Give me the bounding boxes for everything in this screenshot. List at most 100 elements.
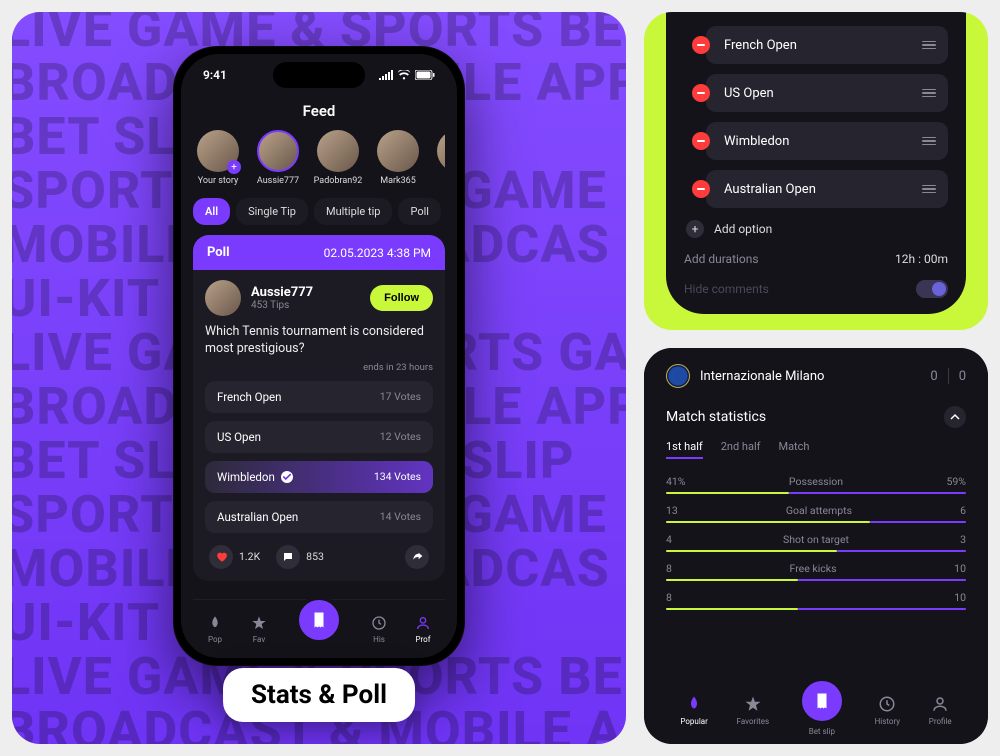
poll-card: Poll 02.05.2023 4:38 PM Aussie777 453 Ti…	[193, 235, 445, 581]
filter-chips: All Single Tip Multiple tip Poll	[193, 198, 445, 225]
stat-bar	[666, 608, 966, 610]
bet-slip-fab[interactable]	[798, 677, 846, 725]
drag-handle-icon[interactable]	[922, 41, 936, 50]
tab-bet-slip[interactable]: Bet slip	[798, 685, 846, 736]
author-name[interactable]: Aussie777	[251, 285, 313, 300]
share-icon	[411, 550, 424, 563]
poll-option-label: French Open	[217, 390, 281, 404]
hide-comments-row: Hide comments	[684, 280, 948, 298]
remove-icon[interactable]	[692, 84, 710, 102]
remove-icon[interactable]	[692, 36, 710, 54]
poll-option-label: US Open	[217, 430, 261, 444]
drag-handle-icon[interactable]	[922, 185, 936, 194]
duration-row[interactable]: Add durations12h : 00m	[684, 252, 948, 266]
poll-ends-label: ends in 23 hours	[205, 362, 433, 373]
tab-profile[interactable]: Profile	[929, 695, 952, 726]
poll-option-votes: 134 Votes	[374, 470, 421, 483]
drag-handle-icon[interactable]	[922, 137, 936, 146]
checkmark-icon	[281, 471, 293, 483]
story-item[interactable]: Padobran92	[313, 130, 363, 186]
poll-option[interactable]: Australian Open14 Votes	[205, 501, 433, 533]
tab-history[interactable]: His	[371, 615, 387, 644]
bottom-tab-bar: Popular Favorites Bet slip History Profi…	[666, 675, 966, 736]
stat-row: 8Free kicks10	[666, 562, 966, 575]
chevron-up-icon	[950, 412, 960, 422]
author-tips-count: 453 Tips	[251, 300, 313, 311]
story-label: Your story	[198, 176, 239, 186]
stat-bar	[666, 550, 966, 552]
poll-card-header: Poll 02.05.2023 4:38 PM	[193, 235, 445, 270]
stats-tab-1st-half[interactable]: 1st half	[666, 440, 703, 459]
left-promo-card: LIVE GAME & SPORTS BE BROADCAST MOBILE A…	[12, 12, 626, 744]
flame-icon	[207, 615, 223, 633]
clock-icon	[878, 695, 896, 715]
user-icon	[415, 615, 431, 633]
story-label: Aussie777	[257, 176, 299, 186]
stat-right: 6	[960, 504, 966, 517]
score-away: 0	[959, 369, 966, 384]
stat-bar	[666, 521, 966, 523]
story-item[interactable]: Chal	[433, 130, 445, 186]
remove-icon[interactable]	[692, 132, 710, 150]
stat-left: 13	[666, 504, 678, 517]
tab-favorites[interactable]: Favorites	[737, 695, 770, 726]
like-button[interactable]	[209, 545, 233, 569]
editor-option-row[interactable]: US Open	[706, 74, 948, 112]
editor-option-row[interactable]: Australian Open	[706, 170, 948, 208]
editor-option-label: Wimbledon	[724, 134, 789, 149]
collapse-button[interactable]	[944, 406, 966, 428]
story-item[interactable]: Aussie777	[253, 130, 303, 186]
stat-left: 8	[666, 591, 672, 604]
editor-option-row[interactable]: French Open	[706, 26, 948, 64]
poll-option[interactable]: US Open12 Votes	[205, 421, 433, 453]
remove-icon[interactable]	[692, 180, 710, 198]
poll-option-label: Wimbledon	[217, 470, 275, 484]
poll-author-row: Aussie777 453 Tips Follow	[205, 280, 433, 316]
tab-profile[interactable]: Prof	[415, 615, 431, 644]
editor-option-row[interactable]: Wimbledon	[706, 122, 948, 160]
poll-datetime: 02.05.2023 4:38 PM	[324, 246, 431, 260]
chip-poll[interactable]: Poll	[398, 198, 441, 225]
share-button[interactable]	[405, 545, 429, 569]
phone-mockup: 9:41 Feed +Your story Aussie777 Padobr	[173, 46, 465, 666]
stories-row: + Your story Aussie777 Padobran92 Mark365…	[193, 130, 445, 186]
comment-count: 853	[306, 550, 324, 563]
stats-tab-match[interactable]: Match	[778, 440, 809, 459]
add-option-button[interactable]: +Add option	[686, 220, 948, 238]
hide-comments-toggle[interactable]	[916, 280, 948, 298]
stat-label: Goal attempts	[786, 504, 852, 517]
chip-all[interactable]: All	[193, 198, 230, 225]
poll-option-label: Australian Open	[217, 510, 298, 524]
tab-favorites[interactable]: Fav	[251, 615, 267, 644]
avatar[interactable]	[205, 280, 241, 316]
tab-history[interactable]: History	[875, 695, 900, 726]
stats-tab-2nd-half[interactable]: 2nd half	[721, 440, 761, 459]
battery-icon	[415, 70, 435, 80]
stat-row: 41%Possession59%	[666, 475, 966, 488]
poll-option-selected[interactable]: Wimbledon 134 Votes	[205, 461, 433, 493]
comment-button[interactable]	[276, 545, 300, 569]
plus-icon: +	[686, 220, 704, 238]
chip-multiple-tip[interactable]: Multiple tip	[314, 198, 392, 225]
plus-icon: +	[227, 160, 241, 174]
editor-option-label: Australian Open	[724, 182, 816, 197]
follow-button[interactable]: Follow	[370, 285, 433, 311]
chip-single-tip[interactable]: Single Tip	[236, 198, 308, 225]
editor-option-label: French Open	[724, 38, 797, 53]
poll-question: Which Tennis tournament is considered mo…	[205, 324, 433, 358]
poll-option[interactable]: French Open17 Votes	[205, 381, 433, 413]
poll-type-label: Poll	[207, 245, 230, 260]
story-your-story[interactable]: + Your story	[193, 130, 243, 186]
tab-popular[interactable]: Pop	[207, 615, 223, 644]
stat-right: 10	[954, 562, 966, 575]
tab-popular[interactable]: Popular	[680, 695, 707, 726]
flame-icon	[685, 695, 703, 715]
bet-slip-fab[interactable]	[295, 596, 343, 644]
receipt-icon	[813, 692, 831, 710]
stat-left: 4	[666, 533, 672, 546]
phone-notch	[273, 62, 365, 88]
drag-handle-icon[interactable]	[922, 89, 936, 98]
story-item[interactable]: Mark365	[373, 130, 423, 186]
team-logo	[666, 364, 690, 388]
team-name: Internazionale Milano	[700, 369, 824, 384]
